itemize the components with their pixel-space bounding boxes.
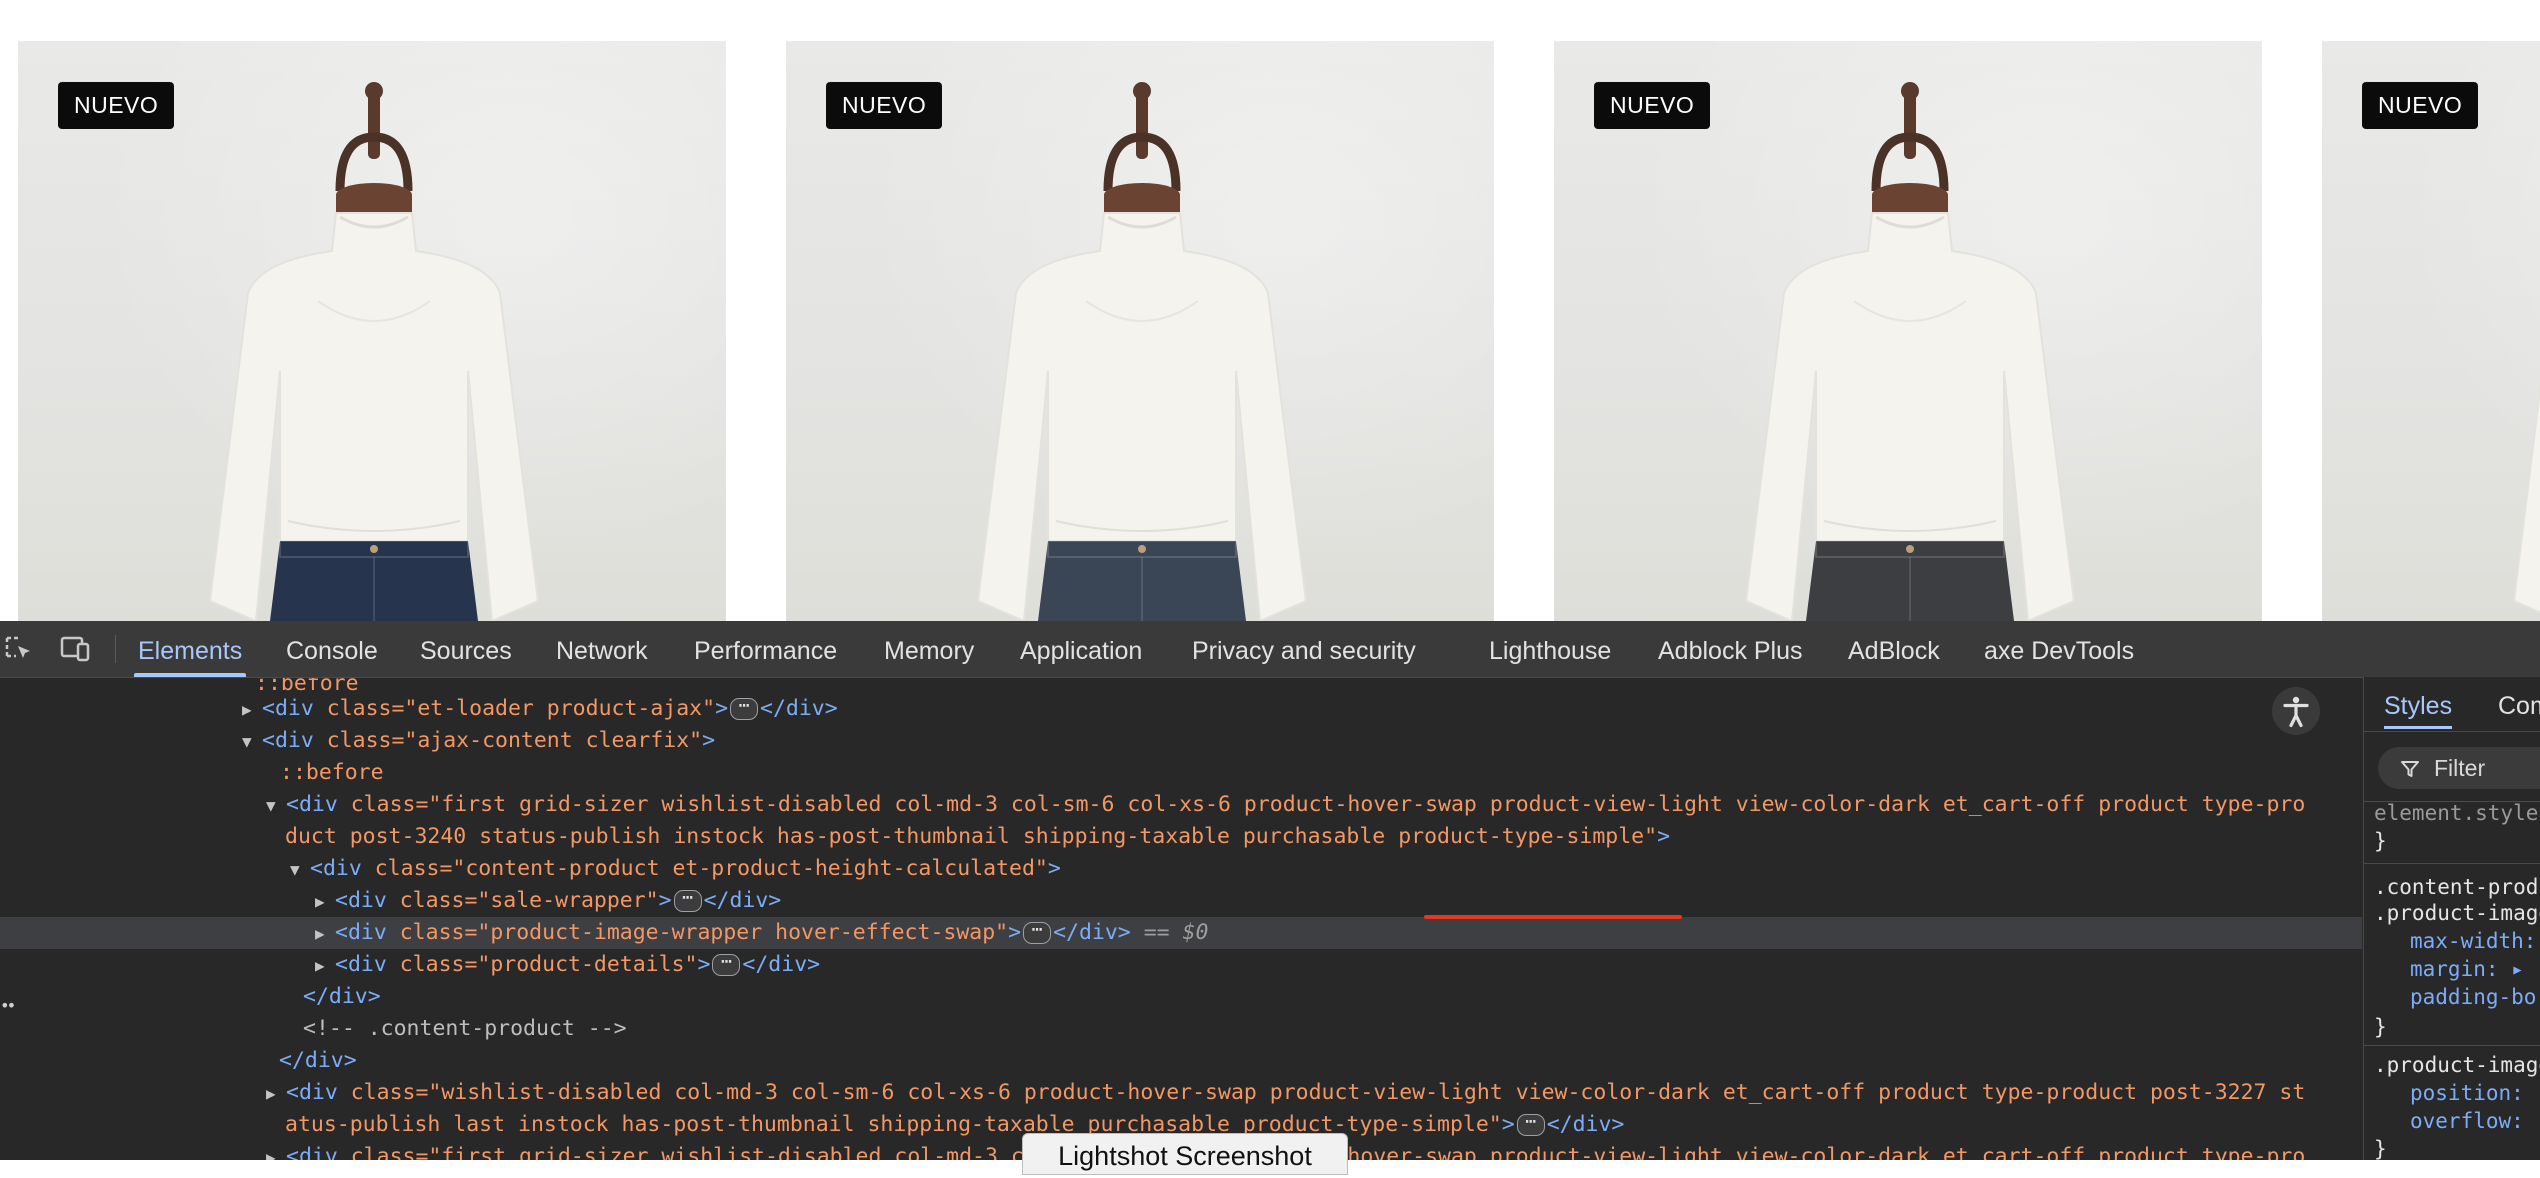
jeans (270, 540, 478, 621)
collapse-arrow-icon[interactable]: ▼ (266, 790, 286, 822)
collapse-arrow-icon[interactable]: ▼ (242, 726, 262, 758)
device-toolbar-icon[interactable] (60, 635, 90, 663)
dom-node[interactable]: ▶ <div class="product-details"> ⋯ </div> (0, 949, 2362, 981)
devtools-panel: Elements Console Sources Network Perform… (0, 621, 2540, 1160)
tab-performance[interactable]: Performance (694, 621, 837, 677)
ellipsis-icon[interactable]: ⋯ (673, 889, 702, 912)
dom-node-selected[interactable]: ▶ <div class="product-image-wrapper hover… (0, 917, 2362, 949)
dom-node[interactable]: ▶ <div class="wishlist-disabled col-md-3 … (0, 1077, 2362, 1109)
tab-console[interactable]: Console (286, 621, 378, 677)
expand-arrow-icon[interactable]: ▶ (315, 950, 335, 982)
tab-sources[interactable]: Sources (420, 621, 512, 677)
dom-node[interactable]: ▶ <div class="et-loader product-ajax"> ⋯ </… (0, 693, 2362, 725)
tab-adblock-plus[interactable]: Adblock Plus (1658, 621, 1803, 677)
expand-arrow-icon[interactable]: ▶ (315, 886, 335, 918)
expand-arrow-icon[interactable]: ▶ (242, 694, 262, 726)
new-badge: NUEVO (1594, 82, 1711, 129)
tab-axe-devtools[interactable]: axe DevTools (1984, 621, 2134, 677)
tab-adblock[interactable]: AdBlock (1848, 621, 1940, 677)
styles-pane: Styles Computed Filter element.style { }… (2363, 677, 2540, 1160)
tab-memory[interactable]: Memory (884, 621, 974, 677)
filter-icon (2401, 761, 2419, 777)
mannequin-stand (1103, 82, 1181, 215)
gutter-dots-icon: •• (0, 996, 16, 1015)
mannequin-stand (335, 82, 413, 215)
styles-filter-input[interactable]: Filter (2378, 747, 2540, 789)
jeans (1038, 540, 1246, 621)
new-badge: NUEVO (826, 82, 943, 129)
ellipsis-icon[interactable]: ⋯ (730, 697, 759, 720)
expand-arrow-icon[interactable]: ▶ (315, 918, 335, 950)
collapse-arrow-icon[interactable]: ▼ (290, 854, 310, 886)
tab-styles[interactable]: Styles (2384, 683, 2453, 729)
dom-node[interactable]: ▼ <div class="ajax-content clearfix"> (0, 725, 2362, 757)
white-top (2512, 382, 2540, 614)
dom-node[interactable]: ▼ <div class="content-product et-product-… (0, 853, 2362, 885)
tab-network[interactable]: Network (556, 621, 648, 677)
product-card[interactable]: NUEVO (18, 41, 726, 621)
mannequin-stand (1871, 82, 1949, 215)
ellipsis-icon[interactable]: ⋯ (1516, 1113, 1545, 1136)
dom-node[interactable]: ▶ <div class="sale-wrapper"> ⋯ </div> (0, 885, 2362, 917)
tab-privacy-security[interactable]: Privacy and security (1192, 621, 1416, 677)
inspect-element-icon[interactable] (4, 635, 34, 663)
new-badge: NUEVO (2362, 82, 2479, 129)
product-grid: NUEVO NUEVO NUEVO NUEVO (0, 0, 2540, 621)
dom-node[interactable]: ▼ <div class="first grid-sizer wishlist-d… (0, 789, 2362, 821)
lightshot-tooltip: Lightshot Screenshot (1022, 1133, 1348, 1175)
accessibility-icon[interactable] (2272, 687, 2320, 735)
tab-lighthouse[interactable]: Lighthouse (1489, 621, 1611, 677)
dom-node[interactable]: ::before (0, 757, 2362, 789)
ellipsis-icon[interactable]: ⋯ (1023, 921, 1052, 944)
dom-tree: ::before ▶ <div class="et-loader product-… (0, 678, 2362, 1160)
product-card[interactable]: NUEVO (2322, 41, 2540, 621)
tab-divider (115, 635, 116, 663)
tab-application[interactable]: Application (1020, 621, 1142, 677)
tab-computed[interactable]: Computed (2498, 683, 2540, 729)
expand-arrow-icon[interactable]: ▶ (266, 1078, 286, 1110)
dom-node-continuation[interactable]: duct post-3240 status-publish instock ha… (0, 821, 2362, 853)
dom-comment[interactable]: <!-- .content-product --> (0, 1013, 2362, 1045)
dom-node[interactable]: </div> (0, 1045, 2362, 1077)
expand-arrow-icon[interactable]: ▶ (266, 1142, 286, 1160)
ellipsis-icon[interactable]: ⋯ (712, 953, 741, 976)
new-badge: NUEVO (58, 82, 175, 129)
annotation-underline (1424, 915, 1682, 919)
jeans (1806, 540, 2014, 621)
tab-elements[interactable]: Elements (133, 621, 247, 677)
dom-node[interactable]: </div> (0, 981, 2362, 1013)
devtools-tabbar: Elements Console Sources Network Perform… (0, 621, 2540, 678)
product-card[interactable]: NUEVO (786, 41, 1494, 621)
product-card[interactable]: NUEVO (1554, 41, 2262, 621)
